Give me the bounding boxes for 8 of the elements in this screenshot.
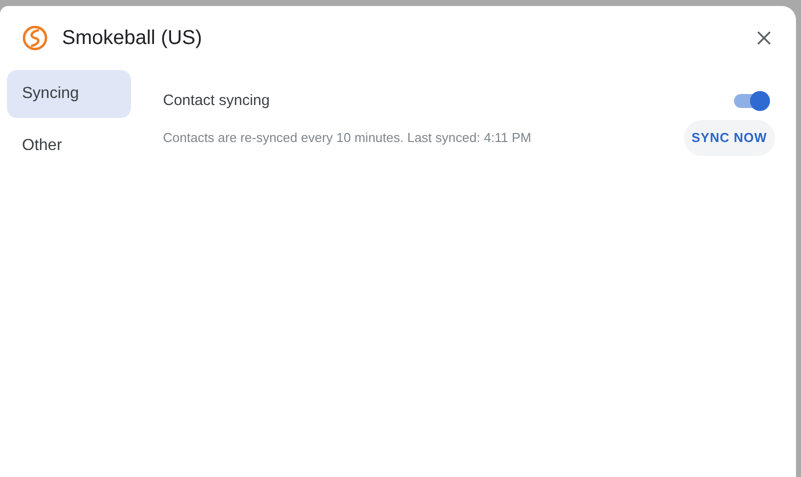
sync-now-button[interactable]: SYNC NOW	[684, 120, 775, 156]
sync-description: Contacts are re-synced every 10 minutes. Last synced: 4:11 PM	[163, 129, 532, 148]
sidebar-tab[interactable]: Other	[7, 122, 131, 170]
sidebar-tab[interactable]: Syncing	[7, 70, 131, 118]
dialog-title: Smokeball (US)	[62, 26, 202, 51]
close-icon	[756, 30, 772, 46]
setting-label: Contact syncing	[163, 90, 270, 111]
logo-icon	[22, 25, 48, 51]
